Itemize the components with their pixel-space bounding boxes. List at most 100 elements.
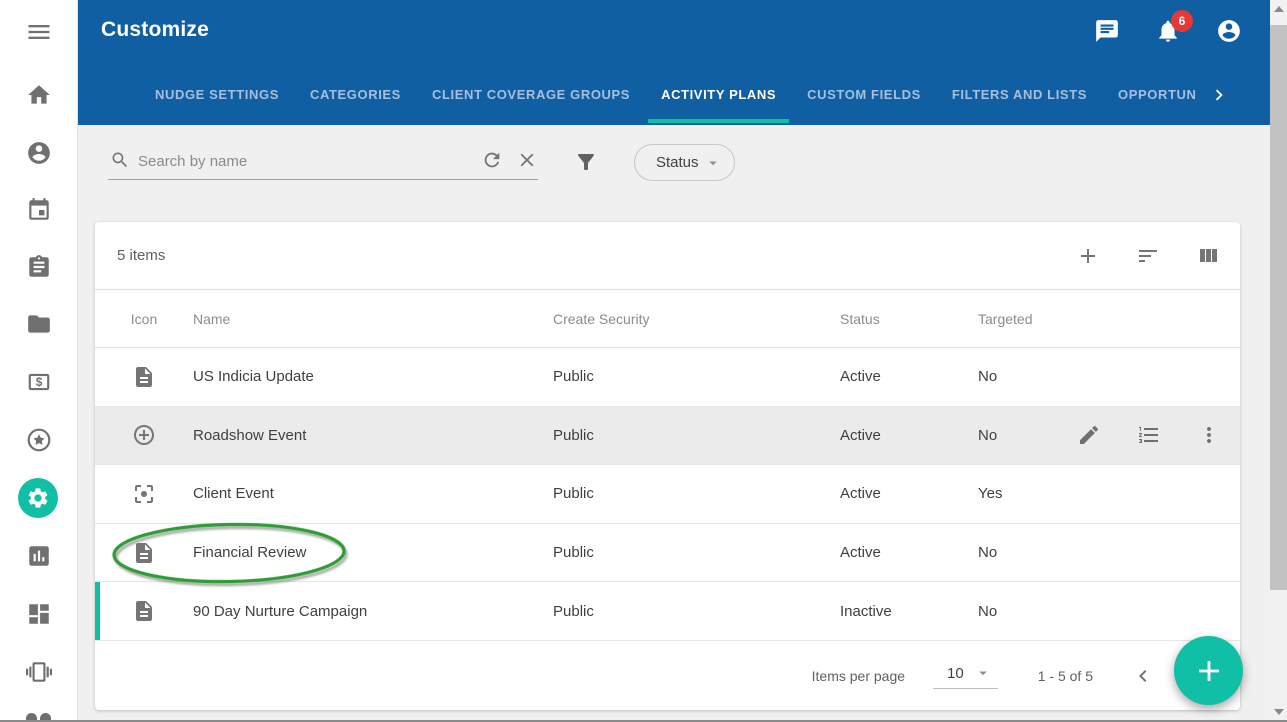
page-title: Customize [101, 18, 209, 42]
notification-badge: 6 [1171, 10, 1193, 32]
account-button[interactable] [1216, 18, 1242, 44]
tab-categories[interactable]: CATEGORIES [297, 63, 414, 125]
sort-icon [1136, 244, 1160, 268]
search-box [108, 144, 538, 180]
sidebar-item-settings-active[interactable] [18, 478, 58, 518]
column-header-targeted[interactable]: Targeted [978, 311, 1058, 327]
refresh-button[interactable] [481, 149, 503, 171]
chat-icon [1094, 18, 1120, 44]
table-row[interactable]: US Indicia Update Public Active No [95, 348, 1240, 407]
app-window: Customize 6 NUDGE SETTINGS CATEGORIES CL… [0, 0, 1287, 722]
chevron-left-icon [1131, 664, 1155, 688]
search-input[interactable] [138, 147, 468, 177]
table-row[interactable]: 90 Day Nurture Campaign Public Inactive … [95, 582, 1240, 641]
plus-icon [1192, 654, 1226, 688]
toolbar-actions [1076, 244, 1220, 268]
scroll-up-button[interactable] [1270, 0, 1287, 17]
dashboard-icon[interactable] [26, 601, 52, 627]
cell-status: Inactive [840, 603, 978, 620]
activity-plans-card: 5 items Icon Name Create Security Status… [95, 222, 1240, 710]
page-size-dropdown[interactable]: 10 [933, 662, 998, 689]
columns-button[interactable] [1196, 244, 1220, 268]
numbered-list-icon [1137, 423, 1161, 447]
star-circle-icon[interactable] [26, 427, 52, 453]
pagination-bar: Items per page 10 1 - 5 of 5 [95, 641, 1240, 710]
funnel-icon [574, 150, 598, 174]
cell-name: 90 Day Nurture Campaign [193, 603, 553, 620]
steps-list-button[interactable] [1137, 423, 1161, 447]
tab-nudge-settings[interactable]: NUDGE SETTINGS [142, 63, 292, 125]
document-icon [132, 541, 156, 565]
status-filter-label: Status [656, 154, 704, 171]
cell-name: Financial Review [193, 544, 553, 561]
cell-create-security: Public [553, 603, 840, 620]
status-filter-dropdown[interactable]: Status [634, 144, 735, 181]
tab-activity-plans[interactable]: ACTIVITY PLANS [648, 63, 789, 125]
more-vert-icon [1197, 423, 1221, 447]
row-menu-button[interactable] [1197, 423, 1221, 447]
table-header: Icon Name Create Security Status Targete… [95, 290, 1240, 348]
cell-status: Active [840, 368, 978, 385]
card-toolbar: 5 items [95, 222, 1240, 290]
bar-chart-icon[interactable] [26, 543, 52, 569]
cell-status: Active [840, 427, 978, 444]
search-icon [110, 150, 130, 170]
add-item-button[interactable] [1076, 244, 1100, 268]
row-actions [1058, 423, 1240, 447]
cell-targeted: Yes [978, 485, 1058, 502]
scrollbar-thumb[interactable] [1270, 25, 1287, 590]
home-icon[interactable] [26, 82, 52, 108]
clipboard-icon[interactable] [26, 254, 52, 280]
plus-icon [1076, 244, 1100, 268]
items-per-page-label: Items per page [812, 668, 905, 684]
dollar-icon[interactable] [26, 369, 52, 395]
table-row[interactable]: Financial Review Public Active No [95, 524, 1240, 583]
calendar-icon[interactable] [26, 197, 52, 223]
tab-client-coverage-groups[interactable]: CLIENT COVERAGE GROUPS [419, 63, 643, 125]
tab-opportunities[interactable]: OPPORTUN [1105, 63, 1209, 125]
sort-button[interactable] [1136, 244, 1160, 268]
header: Customize 6 NUDGE SETTINGS CATEGORIES CL… [78, 0, 1270, 125]
add-circle-icon [132, 423, 156, 447]
column-header-status[interactable]: Status [840, 311, 978, 327]
person-icon[interactable] [26, 140, 52, 166]
clear-search-button[interactable] [516, 149, 538, 171]
tabs-scroll-right-button[interactable] [1208, 84, 1230, 106]
cell-targeted: No [978, 368, 1058, 385]
chevron-down-icon [974, 664, 992, 682]
triangle-down-icon [1274, 709, 1284, 715]
folder-icon[interactable] [26, 311, 52, 337]
cell-create-security: Public [553, 368, 840, 385]
cell-create-security: Public [553, 485, 840, 502]
cell-name: Client Event [193, 485, 553, 502]
notifications-button[interactable]: 6 [1155, 18, 1181, 44]
add-activity-plan-fab[interactable] [1174, 636, 1243, 705]
center-focus-icon [132, 482, 156, 506]
scroll-down-button[interactable] [1270, 703, 1287, 720]
document-icon [132, 365, 156, 389]
sidebar [0, 0, 78, 722]
table-row[interactable]: Client Event Public Active Yes [95, 465, 1240, 524]
column-header-icon[interactable]: Icon [95, 311, 193, 327]
tab-filters-and-lists[interactable]: FILTERS AND LISTS [939, 63, 1100, 125]
vibrate-phone-icon[interactable] [26, 659, 52, 685]
tab-custom-fields[interactable]: CUSTOM FIELDS [794, 63, 934, 125]
tab-bar: NUDGE SETTINGS CATEGORIES CLIENT COVERAG… [78, 63, 1270, 125]
cell-targeted: No [978, 544, 1058, 561]
cell-create-security: Public [553, 427, 840, 444]
vertical-scrollbar[interactable] [1270, 0, 1287, 722]
menu-icon[interactable] [25, 18, 53, 46]
triangle-up-icon [1274, 6, 1284, 12]
document-icon [132, 599, 156, 623]
column-header-create-security[interactable]: Create Security [553, 311, 840, 327]
cell-name: US Indicia Update [193, 368, 553, 385]
filter-button[interactable] [574, 150, 598, 174]
header-actions: 6 [1094, 18, 1242, 44]
column-header-name[interactable]: Name [193, 311, 553, 327]
edit-row-button[interactable] [1077, 423, 1101, 447]
table-row[interactable]: Roadshow Event Public Active No [95, 407, 1240, 466]
chevron-right-icon [1208, 84, 1230, 106]
previous-page-button[interactable] [1131, 664, 1155, 688]
chat-button[interactable] [1094, 18, 1120, 44]
columns-icon [1196, 244, 1220, 268]
